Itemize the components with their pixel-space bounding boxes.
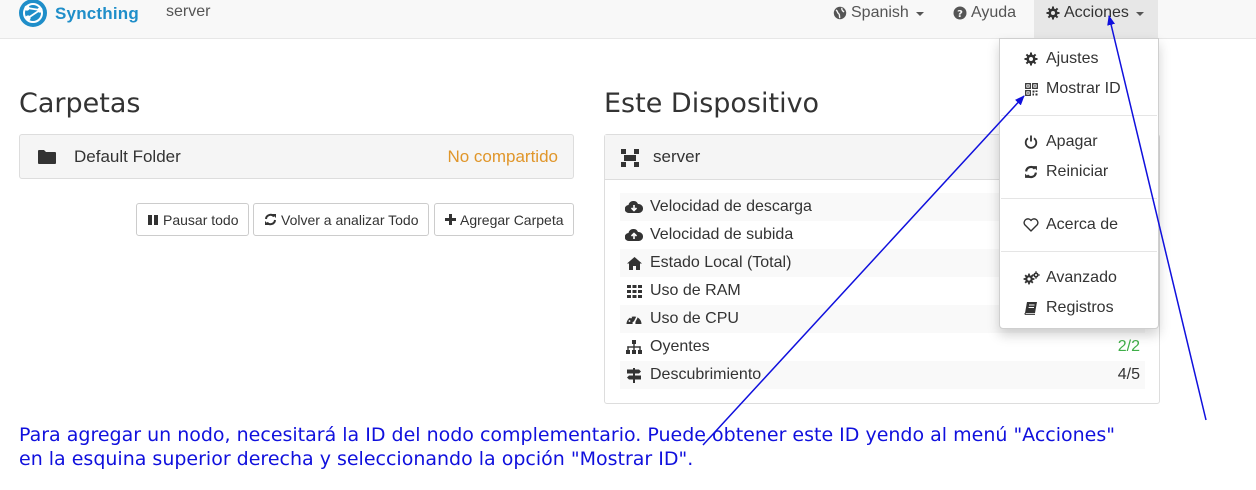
annotation-line-2: en la esquina superior derecha y selecci… xyxy=(19,448,694,470)
brand[interactable]: Syncthing xyxy=(18,0,139,28)
stat-value: 4/5 xyxy=(1117,366,1140,383)
stat-label: Velocidad de descarga xyxy=(650,198,812,215)
chevron-down-icon xyxy=(915,12,924,16)
pause-all-button[interactable]: Pausar todo xyxy=(136,203,249,236)
plus-icon xyxy=(445,214,456,225)
help-label: Ayuda xyxy=(971,4,1017,21)
menu-item-show-id[interactable]: Mostrar ID xyxy=(1000,74,1158,104)
pause-icon xyxy=(147,214,159,226)
stat-row-listeners: Oyentes 2/2 xyxy=(620,333,1145,361)
add-folder-label: Agregar Carpeta xyxy=(460,211,564,228)
folders-heading: Carpetas xyxy=(19,88,141,119)
stat-label: Uso de RAM xyxy=(650,282,741,299)
gear-icon xyxy=(1022,52,1040,66)
menu-item-shutdown[interactable]: Apagar xyxy=(1000,127,1158,157)
device-identicon-icon xyxy=(621,149,639,172)
rescan-all-label: Volver a analizar Todo xyxy=(281,211,419,228)
menu-item-label: Acerca de xyxy=(1046,216,1119,233)
device-name: server xyxy=(653,147,701,166)
folder-icon xyxy=(38,149,56,169)
language-menu[interactable]: Spanish xyxy=(833,0,924,39)
host-name: server xyxy=(166,3,211,20)
menu-item-settings[interactable]: Ajustes xyxy=(1000,44,1158,74)
book-icon xyxy=(1022,301,1040,315)
menu-item-label: Reiniciar xyxy=(1046,163,1109,180)
menu-divider xyxy=(1001,251,1157,252)
cloud-download-icon xyxy=(623,200,645,214)
home-icon xyxy=(623,256,645,270)
pause-all-label: Pausar todo xyxy=(163,211,239,228)
folder-panel[interactable]: Default Folder No compartido xyxy=(19,134,574,179)
cloud-upload-icon xyxy=(623,228,645,242)
menu-divider xyxy=(1001,198,1157,199)
grid-icon xyxy=(623,284,645,298)
heart-icon xyxy=(1022,218,1040,232)
annotation-text: Para agregar un nodo, necesitará la ID d… xyxy=(19,423,1249,471)
stat-label: Velocidad de subida xyxy=(650,226,794,243)
menu-divider xyxy=(1001,115,1157,116)
folder-name: Default Folder xyxy=(74,147,181,166)
menu-item-logs[interactable]: Registros xyxy=(1000,293,1158,323)
stat-value: 2/2 xyxy=(1117,338,1140,355)
signpost-icon xyxy=(623,367,645,383)
power-icon xyxy=(1022,135,1040,149)
actions-menu[interactable]: Acciones xyxy=(1034,0,1158,39)
menu-item-label: Mostrar ID xyxy=(1046,80,1121,97)
actions-label: Acciones xyxy=(1064,4,1129,21)
question-icon: ? xyxy=(953,4,967,22)
menu-item-label: Apagar xyxy=(1046,133,1098,150)
folder-status: No compartido xyxy=(447,147,558,166)
svg-text:?: ? xyxy=(957,9,963,20)
rescan-all-button[interactable]: Volver a analizar Todo xyxy=(253,203,429,236)
gears-icon xyxy=(1022,271,1040,285)
stat-label: Uso de CPU xyxy=(650,310,739,327)
stat-label: Estado Local (Total) xyxy=(650,254,792,271)
refresh-icon xyxy=(264,213,277,226)
stat-label: Oyentes xyxy=(650,338,710,355)
device-heading: Este Dispositivo xyxy=(604,88,820,119)
gear-icon xyxy=(1046,4,1060,22)
add-folder-button[interactable]: Agregar Carpeta xyxy=(434,203,574,236)
refresh-icon xyxy=(1022,165,1040,179)
annotation-line-1: Para agregar un nodo, necesitará la ID d… xyxy=(19,424,1116,446)
language-label: Spanish xyxy=(851,4,909,21)
menu-item-restart[interactable]: Reiniciar xyxy=(1000,157,1158,187)
syncthing-logo-icon xyxy=(19,0,47,27)
menu-item-label: Registros xyxy=(1046,299,1114,316)
globe-icon xyxy=(833,4,847,22)
actions-dropdown: Ajustes Mostrar ID Apagar Reiniciar Acer… xyxy=(999,38,1159,329)
help-link[interactable]: ? Ayuda xyxy=(953,0,1016,39)
brand-name: Syncthing xyxy=(55,4,139,23)
chevron-down-icon xyxy=(1135,12,1144,16)
navbar: Syncthing server Spanish ? Ayuda Accione… xyxy=(0,0,1256,39)
sitemap-icon xyxy=(623,340,645,354)
menu-item-label: Ajustes xyxy=(1046,50,1099,67)
dashboard-icon xyxy=(623,313,645,326)
menu-item-label: Avanzado xyxy=(1046,269,1117,286)
stat-row-discovery: Descubrimiento 4/5 xyxy=(620,361,1145,389)
menu-item-advanced[interactable]: Avanzado xyxy=(1000,263,1158,293)
stat-label: Descubrimiento xyxy=(650,366,762,383)
qrcode-icon xyxy=(1022,82,1040,96)
menu-item-about[interactable]: Acerca de xyxy=(1000,210,1158,240)
